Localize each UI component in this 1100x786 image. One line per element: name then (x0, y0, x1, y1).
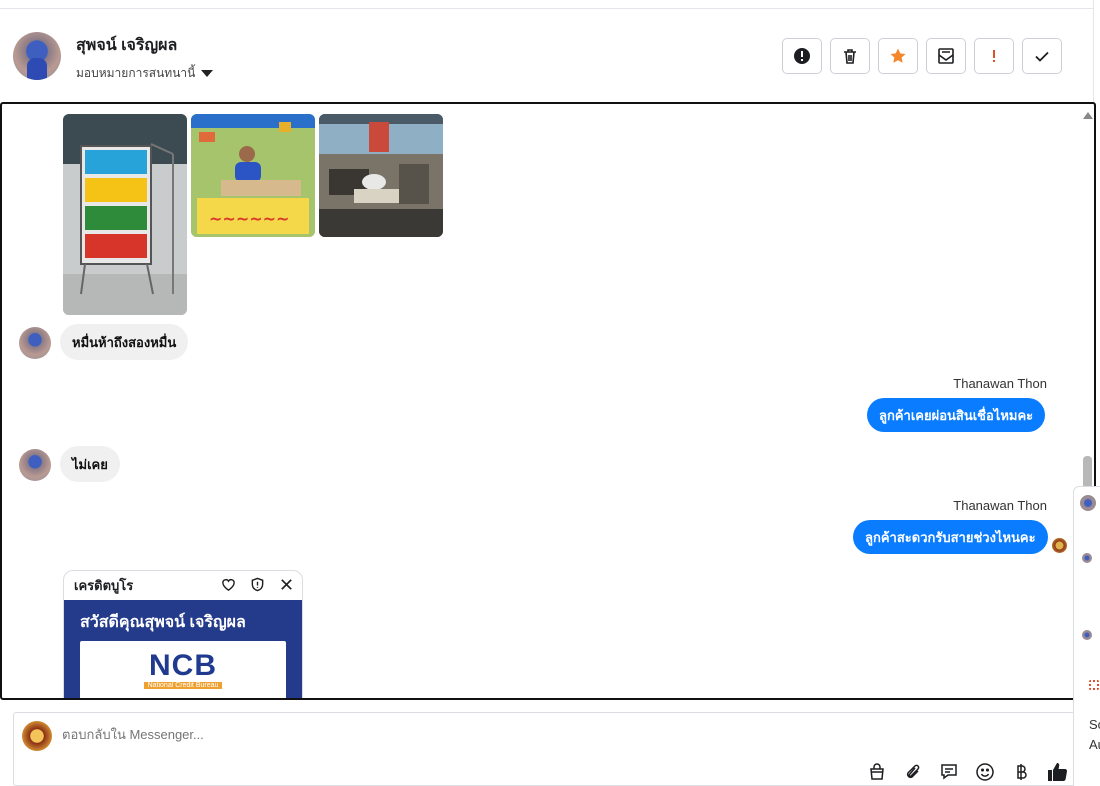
done-button[interactable] (1022, 38, 1062, 74)
mark-unread-button[interactable] (926, 38, 966, 74)
attach-button[interactable] (902, 761, 924, 783)
side-avatar-small (1082, 630, 1092, 640)
card-header: เครดิตบูโร (64, 571, 302, 600)
contact-avatar-small[interactable] (19, 327, 51, 359)
message-photo[interactable] (319, 114, 443, 237)
sender-name: Thanawan Thon (953, 376, 1047, 391)
alert-icon (794, 48, 810, 64)
card-body: สวัสดีคุณสุพจน์ เจริญผล NCB National Cre… (64, 600, 302, 698)
smiley-icon (976, 763, 994, 781)
ncb-logo: NCB National Credit Bureau (80, 641, 286, 698)
photo-signboard (63, 114, 187, 315)
heart-icon[interactable] (221, 577, 236, 592)
message-composer (13, 712, 1091, 786)
caret-down-icon (201, 70, 214, 77)
baht-icon (1017, 764, 1027, 780)
message-photo[interactable]: ~~~~~~ (191, 114, 315, 237)
payment-button[interactable] (1010, 761, 1032, 783)
card-title: เครดิตบูโร (74, 578, 134, 593)
side-avatar-small (1082, 553, 1092, 563)
incoming-message[interactable]: หมื่นห้าถึงสองหมื่น (60, 324, 189, 360)
thumbs-up-icon (1048, 763, 1068, 782)
incoming-message[interactable]: ไม่เคย (60, 446, 120, 482)
star-button[interactable] (878, 38, 918, 74)
report-button[interactable] (782, 38, 822, 74)
trash-icon (844, 49, 856, 64)
exclamation-icon (993, 50, 995, 62)
ncb-logo-text: NCB (149, 649, 217, 682)
shopping-bag-button[interactable] (866, 761, 888, 783)
star-icon (890, 48, 906, 63)
shopping-bag-icon (870, 763, 884, 780)
side-avatar (1080, 495, 1096, 511)
side-text-line: So (1089, 717, 1100, 732)
scroll-up-arrow-icon[interactable] (1083, 112, 1093, 119)
close-icon[interactable] (279, 577, 294, 592)
svg-text:~~~~~~: ~~~~~~ (209, 209, 289, 228)
paperclip-icon (906, 764, 920, 779)
side-app-icon (1089, 680, 1099, 690)
ncb-logo-subtitle: National Credit Bureau (143, 682, 223, 689)
scrollbar-thumb[interactable] (1083, 456, 1092, 490)
page-avatar (22, 721, 52, 751)
check-icon (1035, 51, 1049, 62)
contact-avatar-small[interactable] (19, 449, 51, 481)
composer-toolbar (866, 761, 1068, 783)
message-thread[interactable]: ~~~~~~ หมื่นห้าถึงสองหมื่น Thanawan Thon… (0, 102, 1096, 700)
message-photo[interactable] (63, 114, 187, 315)
assign-conversation-dropdown[interactable]: มอบหมายการสนทนานี้ (76, 64, 214, 83)
delete-button[interactable] (830, 38, 870, 74)
emoji-button[interactable] (974, 761, 996, 783)
assign-label: มอบหมายการสนทนานี้ (76, 66, 196, 80)
side-text-line: Au (1089, 737, 1100, 752)
outgoing-message[interactable]: ลูกค้าสะดวกรับสายช่วงไหนคะ (853, 520, 1048, 554)
chat-bubble-icon (941, 764, 957, 780)
reply-input[interactable] (62, 727, 662, 742)
contact-name[interactable]: สุพจน์ เจริญผล (76, 33, 177, 58)
card-greeting: สวัสดีคุณสุพจน์ เจริญผล (80, 614, 246, 631)
like-button[interactable] (1046, 761, 1068, 783)
side-chat-panel[interactable]: So Au (1073, 486, 1100, 786)
photo-market-stall (319, 114, 443, 237)
mark-unread-icon (938, 48, 954, 64)
credit-bureau-card[interactable]: เครดิตบูโร สวัสดีคุณสุพจน์ เจริญผล NCB N… (63, 570, 303, 698)
sender-name: Thanawan Thon (953, 498, 1047, 513)
saved-replies-button[interactable] (938, 761, 960, 783)
outgoing-message[interactable]: ลูกค้าเคยผ่อนสินเชื่อไหมคะ (867, 398, 1046, 432)
photo-food-cart: ~~~~~~ (191, 114, 315, 237)
seen-avatar (1052, 538, 1067, 553)
contact-avatar[interactable] (13, 32, 61, 80)
important-button[interactable] (974, 38, 1014, 74)
shield-icon[interactable] (250, 577, 265, 592)
conversation-header: สุพจน์ เจริญผล มอบหมายการสนทนานี้ (0, 9, 1093, 103)
